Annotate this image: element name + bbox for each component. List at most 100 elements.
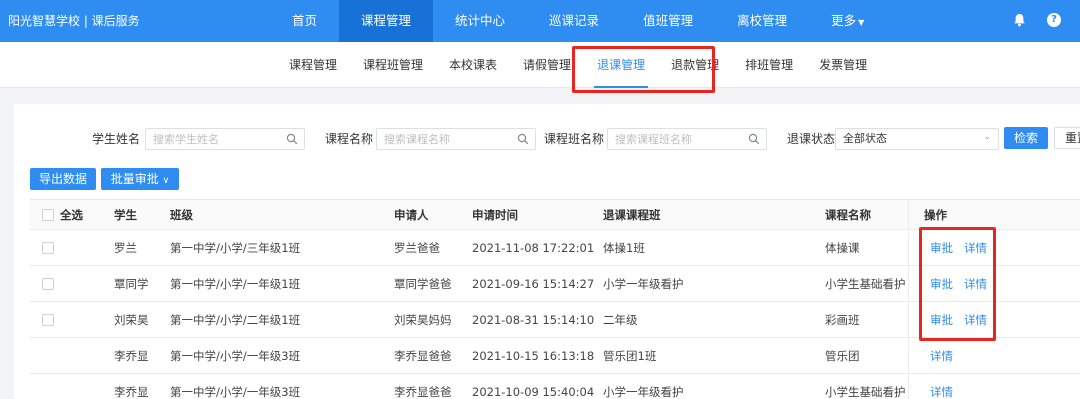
main-panel: 学生姓名 课程名称 课程班名称 退课状态 全部状态 ⌄ 检索 重置 导出数据 批… bbox=[14, 104, 1080, 399]
top-navbar: 阳光智慧学校 | 课后服务 首页 课程管理 统计中心 巡课记录 值班管理 离校管… bbox=[0, 0, 1080, 42]
cell-student: 李乔显 bbox=[114, 385, 149, 399]
col-select-all: 全选 bbox=[60, 208, 83, 222]
class-name-input[interactable] bbox=[608, 129, 744, 149]
cell-apply-time: 2021-08-31 15:14:10 bbox=[472, 313, 595, 327]
col-class: 班级 bbox=[170, 208, 193, 222]
detail-link[interactable]: 详情 bbox=[964, 230, 987, 266]
subnav-invoice-management[interactable]: 发票管理 bbox=[806, 42, 880, 88]
col-student: 学生 bbox=[114, 208, 137, 222]
search-icon bbox=[748, 133, 760, 145]
operation-column-divider bbox=[908, 302, 909, 337]
cell-course-name: 彩画班 bbox=[825, 313, 860, 327]
select-all-checkbox[interactable] bbox=[42, 209, 54, 221]
col-apply-time: 申请时间 bbox=[472, 208, 518, 222]
cell-withdraw-class: 管乐团1班 bbox=[603, 349, 657, 363]
chevron-down-icon: ⌄ bbox=[983, 132, 991, 142]
sub-navbar: 课程管理 课程班管理 本校课表 请假管理 退课管理 退款管理 排班管理 发票管理 bbox=[0, 42, 1080, 88]
cell-class: 第一中学/小学/二年级1班 bbox=[170, 313, 301, 327]
topnav-patrol-records[interactable]: 巡课记录 bbox=[527, 0, 621, 42]
cell-course-name: 小学生基础看护 bbox=[825, 277, 906, 291]
col-withdraw-class: 退课课程班 bbox=[603, 208, 661, 222]
search-button[interactable]: 检索 bbox=[1004, 127, 1048, 149]
row-checkbox[interactable] bbox=[42, 314, 54, 326]
course-name-field[interactable] bbox=[376, 128, 536, 150]
operation-column-divider bbox=[908, 200, 909, 229]
subnav-list: 课程管理 课程班管理 本校课表 请假管理 退课管理 退款管理 排班管理 发票管理 bbox=[276, 42, 880, 88]
subnav-course-management[interactable]: 课程管理 bbox=[276, 42, 350, 88]
topnav-course-management[interactable]: 课程管理 bbox=[339, 0, 434, 42]
cell-course-name: 体操课 bbox=[825, 241, 860, 255]
approve-link[interactable]: 审批 bbox=[930, 230, 953, 266]
table-row: 李乔显 第一中学/小学/一年级3班 李乔显爸爸 2021-10-09 15:40… bbox=[30, 374, 1080, 399]
student-name-field[interactable] bbox=[145, 128, 305, 150]
withdraw-table: 全选 学生 班级 申请人 申请时间 退课课程班 课程名称 操作 罗兰 第一中学/… bbox=[30, 199, 1080, 399]
subnav-schedule-management[interactable]: 排班管理 bbox=[732, 42, 806, 88]
cell-applicant: 刘荣昊妈妈 bbox=[394, 313, 452, 327]
cell-applicant: 李乔显爸爸 bbox=[394, 349, 452, 363]
cell-class: 第一中学/小学/一年级3班 bbox=[170, 385, 301, 399]
bell-icon[interactable] bbox=[1011, 12, 1027, 28]
course-name-label: 课程名称 bbox=[325, 132, 374, 146]
reset-button[interactable]: 重置 bbox=[1054, 127, 1080, 149]
subnav-school-timetable[interactable]: 本校课表 bbox=[436, 42, 510, 88]
col-course-name: 课程名称 bbox=[825, 208, 871, 222]
table-row: 刘荣昊 第一中学/小学/二年级1班 刘荣昊妈妈 2021-08-31 15:14… bbox=[30, 302, 1080, 338]
col-applicant: 申请人 bbox=[394, 208, 429, 222]
cell-class: 第一中学/小学/三年级1班 bbox=[170, 241, 301, 255]
detail-link[interactable]: 详情 bbox=[964, 302, 987, 338]
topnav-leave-school[interactable]: 离校管理 bbox=[715, 0, 809, 42]
caret-down-icon: ▼ bbox=[858, 18, 865, 27]
search-icon bbox=[517, 133, 529, 145]
search-icon bbox=[286, 133, 298, 145]
topnav-more[interactable]: 更多 ▼ bbox=[809, 0, 886, 42]
cell-withdraw-class: 小学一年级看护 bbox=[603, 277, 684, 291]
student-name-label: 学生姓名 bbox=[92, 132, 141, 146]
topnav-duty-management[interactable]: 值班管理 bbox=[621, 0, 715, 42]
cell-course-name: 小学生基础看护 bbox=[825, 385, 906, 399]
cell-applicant: 罗兰爸爸 bbox=[394, 241, 440, 255]
col-operation: 操作 bbox=[924, 208, 947, 222]
export-data-button[interactable]: 导出数据 bbox=[30, 168, 96, 190]
cell-student: 覃同学 bbox=[114, 277, 149, 291]
subnav-withdraw-management[interactable]: 退课管理 bbox=[584, 42, 658, 88]
topnav-statistics[interactable]: 统计中心 bbox=[433, 0, 527, 42]
detail-link[interactable]: 详情 bbox=[964, 266, 987, 302]
batch-approve-button[interactable]: 批量审批 ∨ bbox=[101, 168, 179, 190]
operation-column-divider bbox=[908, 230, 909, 265]
cell-class: 第一中学/小学/一年级3班 bbox=[170, 349, 301, 363]
operation-column-divider bbox=[908, 338, 909, 373]
batch-approve-label: 批量审批 bbox=[110, 172, 159, 186]
class-name-field[interactable] bbox=[607, 128, 767, 150]
chevron-down-icon: ∨ bbox=[162, 176, 170, 186]
cell-student: 罗兰 bbox=[114, 241, 137, 255]
subnav-class-management[interactable]: 课程班管理 bbox=[350, 42, 436, 88]
cell-withdraw-class: 二年级 bbox=[603, 313, 638, 327]
topnav-more-label: 更多 bbox=[831, 13, 857, 28]
cell-student: 李乔显 bbox=[114, 349, 149, 363]
approve-link[interactable]: 审批 bbox=[930, 266, 953, 302]
cell-apply-time: 2021-09-16 15:14:27 bbox=[472, 277, 595, 291]
cell-applicant: 覃同学爸爸 bbox=[394, 277, 452, 291]
withdraw-status-select[interactable]: 全部状态 ⌄ bbox=[835, 128, 999, 150]
cell-student: 刘荣昊 bbox=[114, 313, 149, 327]
row-checkbox[interactable] bbox=[42, 242, 54, 254]
cell-withdraw-class: 体操1班 bbox=[603, 241, 645, 255]
table-row: 覃同学 第一中学/小学/一年级1班 覃同学爸爸 2021-09-16 15:14… bbox=[30, 266, 1080, 302]
help-icon[interactable]: ? bbox=[1046, 12, 1062, 28]
detail-link[interactable]: 详情 bbox=[930, 338, 953, 374]
subnav-refund-management[interactable]: 退款管理 bbox=[658, 42, 732, 88]
row-checkbox[interactable] bbox=[42, 278, 54, 290]
operation-column-divider bbox=[908, 266, 909, 301]
cell-apply-time: 2021-11-08 17:22:01 bbox=[472, 241, 595, 255]
detail-link[interactable]: 详情 bbox=[930, 374, 953, 399]
cell-apply-time: 2021-10-09 15:40:04 bbox=[472, 385, 595, 399]
table-row: 李乔显 第一中学/小学/一年级3班 李乔显爸爸 2021-10-15 16:13… bbox=[30, 338, 1080, 374]
withdraw-status-label: 退课状态 bbox=[787, 132, 836, 146]
top-nav: 首页 课程管理 统计中心 巡课记录 值班管理 离校管理 更多 ▼ bbox=[270, 0, 886, 42]
approve-link[interactable]: 审批 bbox=[930, 302, 953, 338]
course-name-input[interactable] bbox=[377, 129, 513, 149]
topnav-home[interactable]: 首页 bbox=[270, 0, 339, 42]
subnav-leave-management[interactable]: 请假管理 bbox=[510, 42, 584, 88]
class-name-label: 课程班名称 bbox=[544, 132, 605, 146]
student-name-input[interactable] bbox=[146, 129, 282, 149]
